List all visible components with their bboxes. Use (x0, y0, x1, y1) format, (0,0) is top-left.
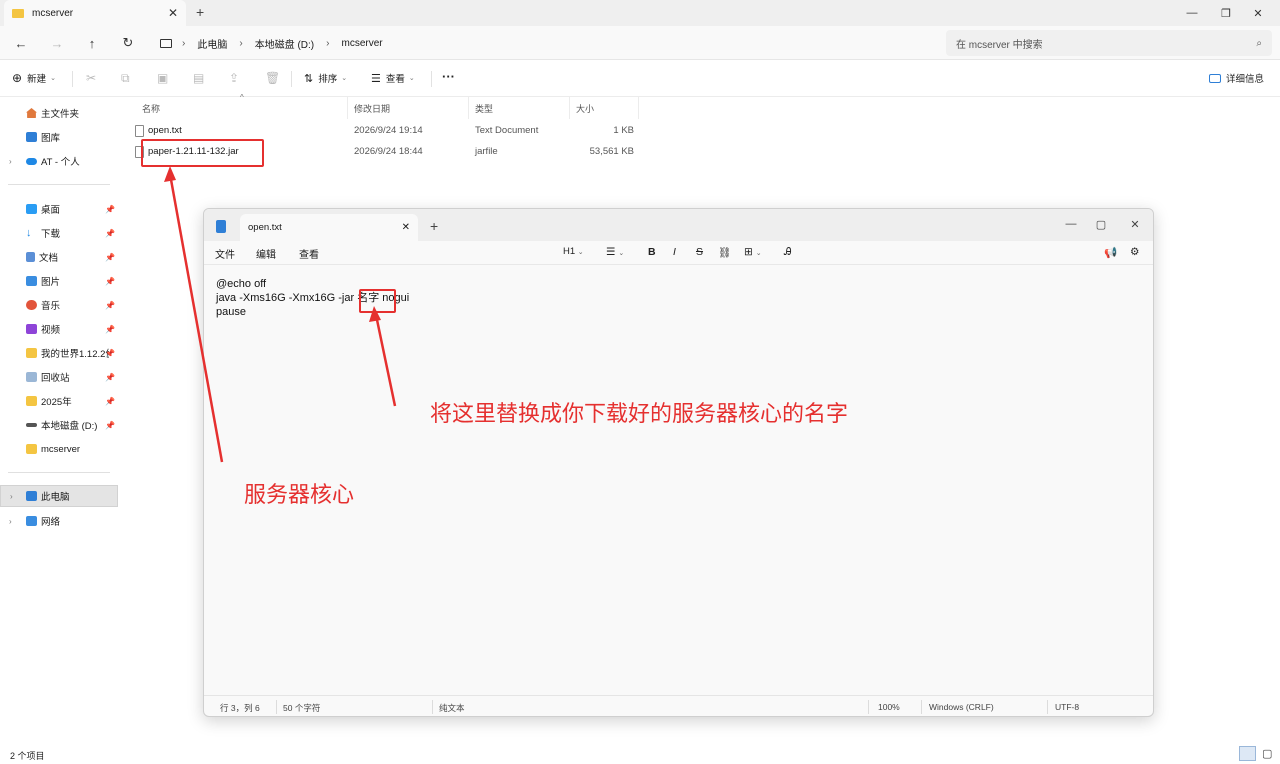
arrowhead (164, 166, 176, 182)
arrow-to-server-core (168, 173, 224, 463)
annotation-arrows (164, 166, 397, 463)
arrow-to-name (374, 314, 397, 407)
replace-instruction-annotation: 将这里替换成你下载好的服务器核心的名字 (430, 402, 849, 427)
arrowhead (369, 306, 381, 322)
server-core-annotation: 服务器核心 (244, 483, 355, 508)
